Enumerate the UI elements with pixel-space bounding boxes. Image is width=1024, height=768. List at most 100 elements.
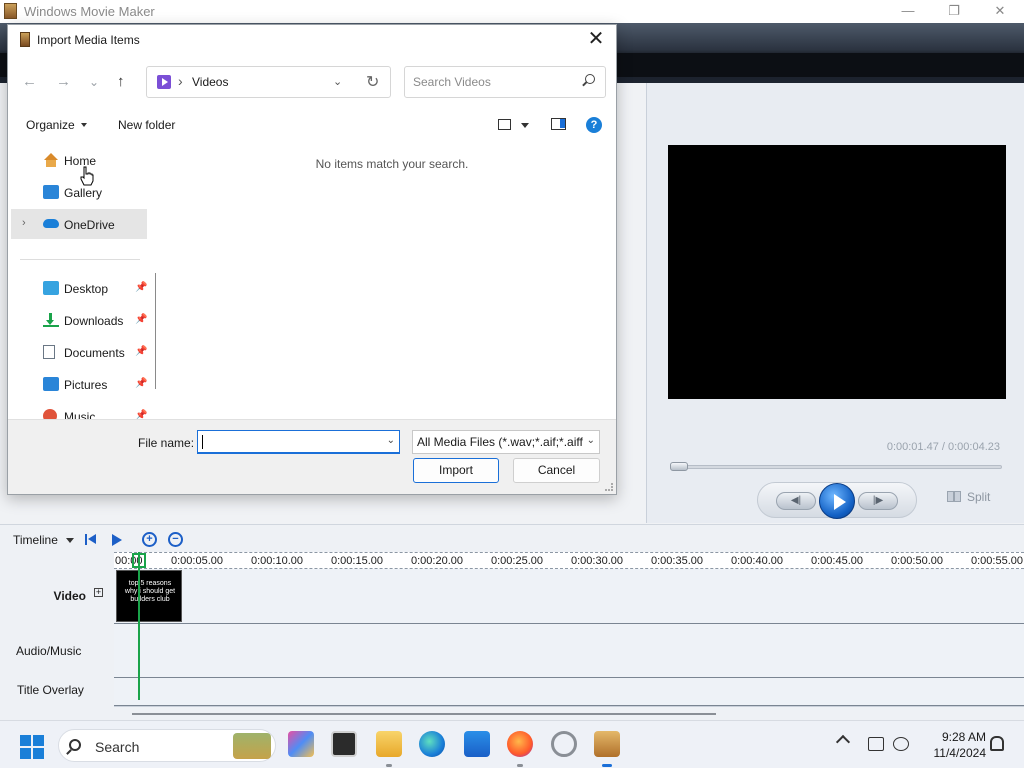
nav-item-gallery[interactable]: Gallery	[11, 177, 147, 207]
movie-maker-icon	[4, 3, 17, 19]
address-bar[interactable]: › Videos ⌄ ↻	[146, 66, 391, 98]
file-list[interactable]: No items match your search.	[164, 143, 616, 419]
sync-icon[interactable]	[551, 731, 577, 757]
timeline-toolbar: Timeline + −	[0, 524, 1024, 552]
dialog-close-button[interactable]: ✕	[584, 29, 608, 51]
recent-locations-icon[interactable]: ⌄	[89, 75, 99, 89]
search-icon[interactable]	[585, 74, 595, 84]
documents-icon	[43, 345, 55, 359]
back-icon[interactable]: ←	[22, 73, 37, 90]
nav-item-documents[interactable]: Documents 📌	[11, 337, 147, 367]
nav-pane-scrollbar[interactable]	[155, 273, 156, 389]
chevron-down-icon[interactable]	[521, 123, 529, 128]
cancel-button[interactable]: Cancel	[513, 458, 600, 483]
timeline-menu[interactable]: Timeline	[13, 533, 58, 547]
volume-muted-icon[interactable]	[893, 737, 909, 751]
ruler-tick: 0:00:05.00	[171, 555, 223, 567]
video-track[interactable]	[114, 569, 1024, 624]
up-icon[interactable]: ↑	[117, 73, 125, 90]
onedrive-icon	[43, 219, 59, 228]
audio-track[interactable]	[114, 624, 1024, 678]
new-folder-button[interactable]: New folder	[118, 118, 175, 132]
taskbar-search-label: Search	[95, 739, 140, 755]
close-button[interactable]: ✕	[977, 0, 1023, 23]
split-label: Split	[967, 490, 991, 504]
resize-grip-icon[interactable]	[605, 483, 613, 491]
ruler-tick: 0:00:20.00	[411, 555, 463, 567]
time-ruler[interactable]: 00:00 0:00:05.00 0:00:10.00 0:00:15.00 0…	[114, 552, 1024, 569]
file-name-field[interactable]: ⌄	[197, 430, 400, 454]
nav-item-desktop[interactable]: Desktop 📌	[11, 273, 147, 303]
minimize-button[interactable]: —	[885, 0, 931, 23]
split-button[interactable]: Split	[947, 490, 990, 504]
network-icon[interactable]	[868, 737, 884, 751]
help-icon[interactable]: ?	[586, 117, 602, 133]
playhead[interactable]	[138, 552, 140, 700]
title-overlay-track[interactable]	[114, 678, 1024, 706]
playhead-handle[interactable]	[132, 553, 146, 568]
movie-maker-icon	[20, 32, 30, 47]
chevron-right-icon[interactable]: ›	[22, 217, 26, 229]
search-icon	[69, 739, 81, 751]
timeline-scrollbar[interactable]	[114, 706, 1024, 720]
organize-label: Organize	[26, 118, 75, 132]
copilot-icon[interactable]	[288, 731, 314, 757]
zoom-out-icon[interactable]: −	[168, 532, 183, 547]
nav-item-pictures[interactable]: Pictures 📌	[11, 369, 147, 399]
import-button[interactable]: Import	[413, 458, 499, 483]
ruler-tick: 0:00:10.00	[251, 555, 303, 567]
preview-pane-icon[interactable]	[551, 118, 566, 130]
refresh-icon[interactable]: ↻	[366, 72, 379, 92]
audio-track-label: Audio/Music	[16, 644, 82, 658]
taskbar-search[interactable]: Search	[58, 729, 276, 762]
view-options-icon[interactable]	[498, 119, 511, 130]
dialog-titlebar: Import Media Items ✕	[8, 25, 616, 55]
next-frame-button[interactable]: |▶	[858, 492, 898, 510]
seek-thumb[interactable]	[670, 462, 688, 471]
play-timeline-icon[interactable]	[112, 534, 122, 546]
clock[interactable]: 9:28 AM 11/4/2024	[916, 729, 987, 761]
movie-maker-icon[interactable]	[594, 731, 620, 767]
play-button[interactable]	[819, 483, 855, 519]
navigation-bar: ← → ⌄ ↑ › Videos ⌄ ↻ Search Videos	[8, 55, 616, 107]
import-media-dialog: Import Media Items ✕ ← → ⌄ ↑ › Videos ⌄ …	[7, 24, 617, 495]
nav-item-downloads[interactable]: Downloads 📌	[11, 305, 147, 335]
rewind-icon[interactable]	[85, 534, 97, 545]
text-cursor	[202, 435, 203, 449]
address-dropdown-icon[interactable]: ⌄	[333, 75, 342, 88]
chevron-down-icon	[80, 123, 87, 127]
nav-item-home[interactable]: Home	[11, 145, 147, 175]
clock-time: 9:28 AM	[941, 730, 986, 744]
breadcrumb-separator: ›	[178, 73, 183, 89]
nav-item-onedrive[interactable]: › OneDrive	[11, 209, 147, 239]
chevron-down-icon: ⌄	[584, 435, 595, 446]
start-button[interactable]	[20, 735, 44, 759]
file-explorer-icon[interactable]	[376, 731, 402, 767]
nav-item-music[interactable]: Music 📌	[11, 401, 147, 419]
zoom-in-icon[interactable]: +	[142, 532, 157, 547]
edge-icon[interactable]	[419, 731, 445, 757]
store-icon[interactable]	[464, 731, 490, 757]
organize-button[interactable]: Organize	[26, 118, 87, 132]
terminal-icon[interactable]	[331, 731, 357, 757]
search-input[interactable]: Search Videos	[404, 66, 606, 98]
breadcrumb-videos[interactable]: Videos	[192, 75, 228, 89]
previous-frame-button[interactable]: ◀|	[776, 492, 816, 510]
ruler-tick: 0:00:50.00	[891, 555, 943, 567]
chevron-up-icon[interactable]	[835, 734, 851, 750]
scrollbar-thumb[interactable]	[132, 713, 716, 715]
pin-icon: 📌	[135, 346, 148, 357]
firefox-icon[interactable]	[507, 731, 533, 767]
video-clip[interactable]: top 5 reasons why i should get builders …	[116, 570, 182, 622]
chevron-down-icon[interactable]	[66, 538, 74, 543]
expand-track-icon[interactable]: +	[94, 588, 103, 597]
app-titlebar: Windows Movie Maker — ❐ ✕	[0, 0, 1024, 23]
notification-bell-icon[interactable]	[990, 736, 1004, 751]
ruler-tick: 0:00:40.00	[731, 555, 783, 567]
file-type-select[interactable]: All Media Files (*.wav;*.aif;*.aiff ⌄	[412, 430, 600, 454]
chevron-down-icon[interactable]: ⌄	[387, 435, 395, 446]
forward-icon[interactable]: →	[56, 73, 71, 90]
maximize-button[interactable]: ❐	[931, 0, 977, 23]
clock-date: 11/4/2024	[933, 746, 987, 760]
seek-bar[interactable]	[672, 465, 1002, 469]
